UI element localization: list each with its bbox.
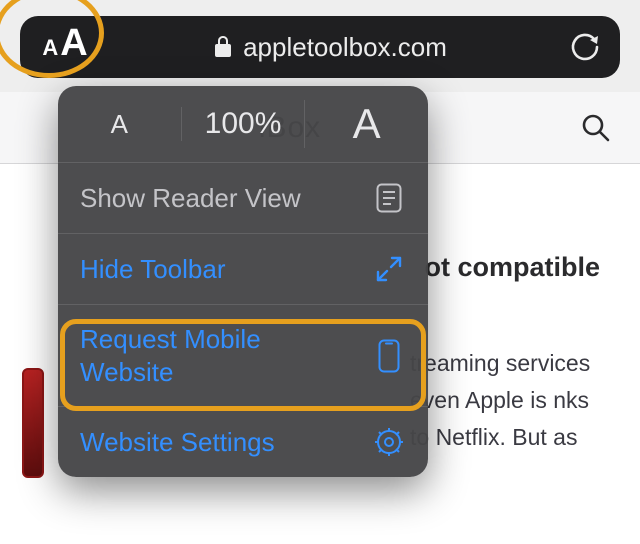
decrease-text-size-button[interactable]: A — [58, 109, 181, 140]
article-thumbnail — [22, 368, 44, 478]
expand-icon — [372, 252, 406, 286]
site-search-button[interactable] — [580, 112, 612, 144]
text-size-button[interactable]: A A — [20, 16, 110, 78]
lock-icon — [213, 35, 233, 59]
menu-item-label: Show Reader View — [80, 182, 301, 215]
menu-item-label: Hide Toolbar — [80, 253, 226, 286]
zoom-level-button[interactable]: 100% — [181, 107, 305, 141]
url-display[interactable]: appletoolbox.com — [110, 32, 550, 63]
request-mobile-website-item[interactable]: Request Mobile Website — [58, 304, 428, 406]
reader-icon — [372, 181, 406, 215]
show-reader-view-item[interactable]: Show Reader View — [58, 162, 428, 233]
text-size-row: A 100% A — [58, 86, 428, 162]
increase-text-size-button[interactable]: A — [304, 100, 428, 148]
reload-icon — [570, 32, 600, 62]
menu-item-label: Request Mobile Website — [80, 323, 340, 388]
reload-button[interactable] — [550, 32, 620, 62]
url-text: appletoolbox.com — [243, 32, 447, 63]
website-settings-item[interactable]: Website Settings — [58, 406, 428, 477]
gear-icon — [372, 425, 406, 459]
hide-toolbar-item[interactable]: Hide Toolbar — [58, 233, 428, 304]
aa-small-glyph: A — [42, 35, 58, 61]
aa-large-glyph: A — [60, 22, 87, 65]
text-size-menu: A 100% A Show Reader View Hide Toolbar R… — [58, 86, 428, 477]
menu-item-label: Website Settings — [80, 426, 275, 459]
search-icon — [580, 112, 612, 144]
phone-icon — [372, 339, 406, 373]
url-bar[interactable]: A A appletoolbox.com — [20, 16, 620, 78]
